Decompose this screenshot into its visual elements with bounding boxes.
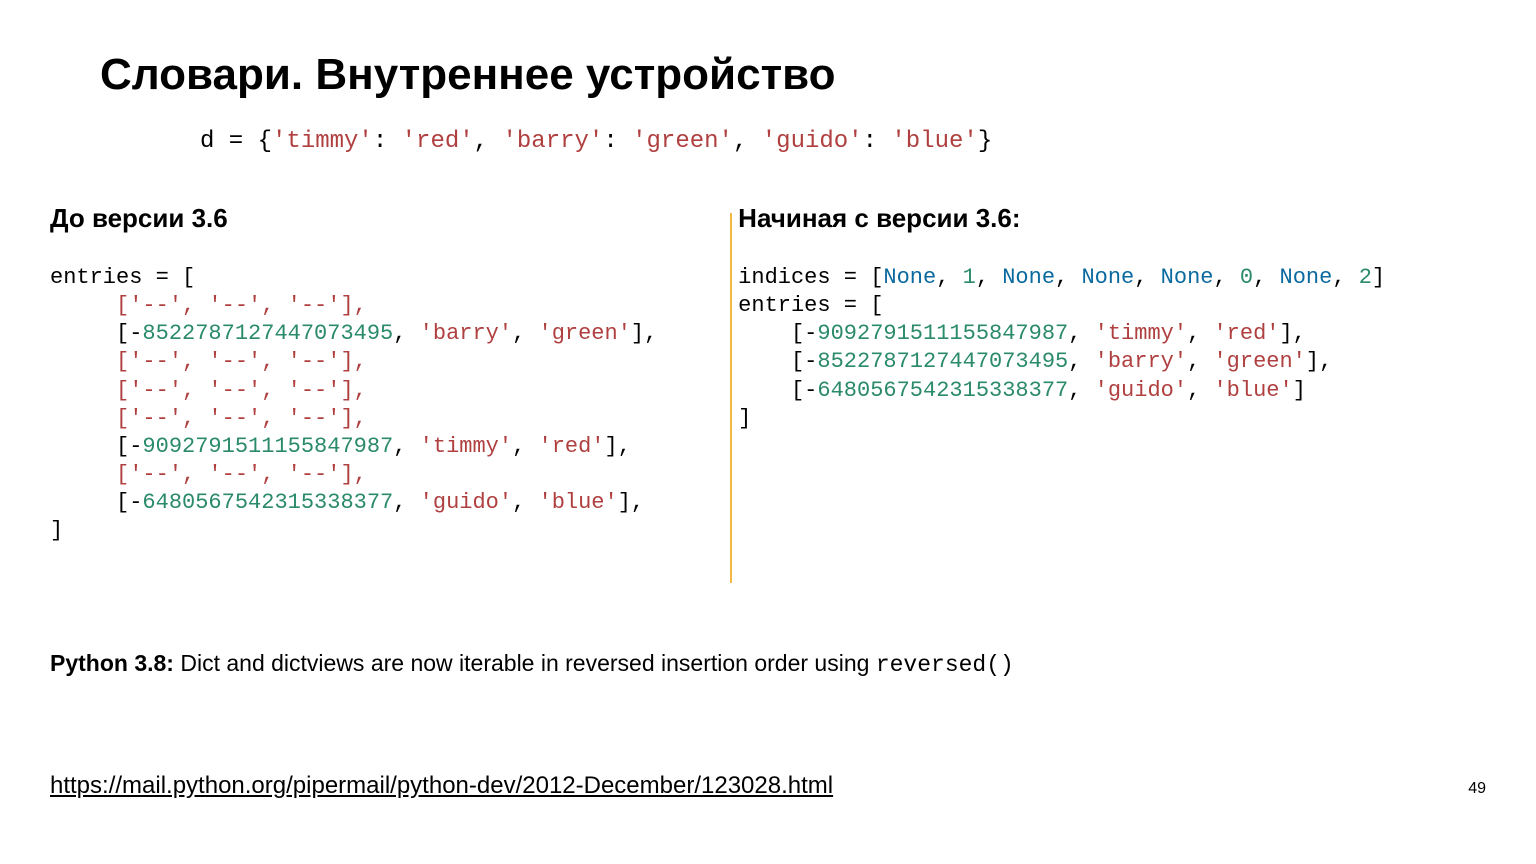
column-divider (730, 213, 732, 583)
none-kw: None (1081, 265, 1134, 290)
k-0: 'timmy' (1095, 321, 1187, 346)
columns: До версии 3.6 entries = [ ['--', '--', '… (50, 203, 1486, 546)
hash-guido: 6480567542315338377 (142, 490, 393, 515)
v-1: 'green' (1213, 349, 1305, 374)
none-kw: None (1002, 265, 1055, 290)
note-code: reversed() (876, 652, 1014, 678)
v-guido: 'blue' (539, 490, 618, 515)
entries-close: ] (738, 406, 751, 431)
none-kw: None (883, 265, 936, 290)
k-2: 'guido' (1095, 378, 1187, 403)
k-1: 'barry' (1095, 349, 1187, 374)
empty-row: ['--', '--', '--'], (116, 462, 367, 487)
column-from-36: Начиная с версии 3.6: indices = [None, 1… (698, 203, 1486, 546)
entries-open: entries = [ (738, 293, 883, 318)
empty-row: ['--', '--', '--'], (116, 293, 367, 318)
k-barry: 'barry' (420, 321, 512, 346)
hash-1: 8522787127447073495 (817, 349, 1068, 374)
dict-key-3: 'guido' (762, 128, 863, 155)
column-before-36: До версии 3.6 entries = [ ['--', '--', '… (50, 203, 698, 546)
v-timmy: 'red' (539, 434, 605, 459)
dict-val-2: 'green' (632, 128, 733, 155)
idx-0: 0 (1240, 265, 1253, 290)
v-barry: 'green' (539, 321, 631, 346)
note-python-38: Python 3.8: Dict and dictviews are now i… (50, 650, 1014, 678)
note-text: Dict and dictviews are now iterable in r… (174, 650, 876, 676)
hash-timmy: 9092791511155847987 (142, 434, 393, 459)
entries-close: ] (50, 518, 63, 543)
dict-val-1: 'red' (402, 128, 474, 155)
none-kw: None (1280, 265, 1333, 290)
k-guido: 'guido' (420, 490, 512, 515)
dict-close: } (978, 128, 992, 155)
dict-example: d = {'timmy': 'red', 'barry': 'green', '… (200, 128, 1486, 155)
v-0: 'red' (1213, 321, 1279, 346)
hash-0: 9092791511155847987 (817, 321, 1068, 346)
indices-open: indices = [ (738, 265, 883, 290)
reference-link[interactable]: https://mail.python.org/pipermail/python… (50, 772, 833, 800)
hash-2: 6480567542315338377 (817, 378, 1068, 403)
dict-key-1: 'timmy' (272, 128, 373, 155)
dict-val-3: 'blue' (891, 128, 977, 155)
page-number: 49 (1468, 780, 1486, 798)
code-before-36: entries = [ ['--', '--', '--'], [-852278… (50, 264, 678, 546)
empty-row: ['--', '--', '--'], (116, 349, 367, 374)
empty-row: ['--', '--', '--'], (116, 378, 367, 403)
dict-key-2: 'barry' (502, 128, 603, 155)
empty-row: ['--', '--', '--'], (116, 406, 367, 431)
hash-barry: 8522787127447073495 (142, 321, 393, 346)
idx-2: 2 (1359, 265, 1372, 290)
k-timmy: 'timmy' (420, 434, 512, 459)
idx-1: 1 (963, 265, 976, 290)
dict-var: d = { (200, 128, 272, 155)
code-from-36: indices = [None, 1, None, None, None, 0,… (738, 264, 1486, 433)
note-label: Python 3.8: (50, 650, 174, 676)
none-kw: None (1161, 265, 1214, 290)
slide-title: Словари. Внутреннее устройство (100, 50, 1486, 100)
entries-open: entries = [ (50, 265, 195, 290)
heading-from-36: Начиная с версии 3.6: (738, 203, 1486, 234)
v-2: 'blue' (1213, 378, 1292, 403)
heading-before-36: До версии 3.6 (50, 203, 678, 234)
